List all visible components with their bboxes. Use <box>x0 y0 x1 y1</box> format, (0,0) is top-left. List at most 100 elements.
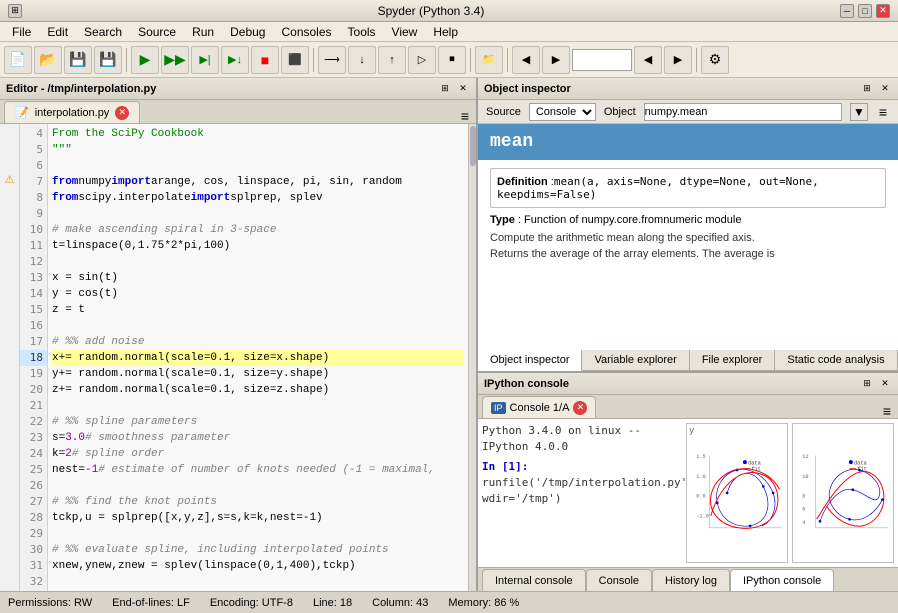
type-text: Function of numpy.core.fromnumeric modul… <box>524 214 741 226</box>
obj-inspector-options-btn[interactable]: ⊞ <box>860 82 874 96</box>
ipython-pane: IPython console ⊞ ✕ IP Console 1/A ✕ ≡ P… <box>478 373 898 591</box>
toolbar-sep-1 <box>126 48 127 72</box>
console-area[interactable]: Python 3.4.0 on linux -- IPython 4.0.0 I… <box>478 419 898 567</box>
obj-title-bar: mean <box>478 124 898 160</box>
menu-help[interactable]: Help <box>425 23 466 41</box>
settings-btn[interactable]: ⚙ <box>701 46 729 74</box>
obj-body: Definition :mean(a, axis=None, dtype=Non… <box>478 160 898 268</box>
code-scrollbar[interactable] <box>468 124 476 591</box>
tab-file-explorer[interactable]: File explorer <box>690 350 776 370</box>
chart-zy: 12 10 8 6 4 <box>792 423 894 563</box>
find-prev-btn[interactable]: ◀ <box>634 46 662 74</box>
menu-file[interactable]: File <box>4 23 39 41</box>
line-num: 26 <box>20 478 47 494</box>
line-num: 7 <box>20 174 47 190</box>
editor-close-btn[interactable]: ✕ <box>456 82 470 96</box>
menu-debug[interactable]: Debug <box>222 23 273 41</box>
line-num: 31 <box>20 558 47 574</box>
console-opts-btn[interactable]: ≡ <box>880 404 894 418</box>
console-tab-close[interactable]: ✕ <box>573 401 587 415</box>
prev-cursor-btn[interactable]: ◀ <box>512 46 540 74</box>
tab-internal-console[interactable]: Internal console <box>482 569 586 591</box>
ipython-title: IPython console <box>484 378 569 390</box>
code-line: # %% add noise <box>52 334 464 350</box>
tab-console[interactable]: Console <box>586 569 652 591</box>
toolbar: 📄 📂 💾 💾 ▶ ▶▶ ▶| ▶↓ ■ ⬛ ⟶ ↓ ↑ ▷ ⏹ 📁 ◀ ▶ ◀… <box>0 42 898 78</box>
tab-history-log[interactable]: History log <box>652 569 730 591</box>
console-1a-tab[interactable]: IP Console 1/A ✕ <box>482 396 596 418</box>
close-btn[interactable]: ✕ <box>876 4 890 18</box>
run-cell-advance-btn[interactable]: ▶↓ <box>221 46 249 74</box>
tab-variable-explorer[interactable]: Variable explorer <box>582 350 689 370</box>
stop-debug-btn[interactable]: ⏹ <box>438 46 466 74</box>
menu-run[interactable]: Run <box>184 23 222 41</box>
menu-tools[interactable]: Tools <box>340 23 384 41</box>
find-input[interactable] <box>572 49 632 71</box>
minimize-btn[interactable]: ─ <box>840 4 854 18</box>
obj-opts-btn[interactable]: ≡ <box>876 105 890 119</box>
step-out-btn[interactable]: ↑ <box>378 46 406 74</box>
save-all-btn[interactable]: 💾 <box>94 46 122 74</box>
menu-search[interactable]: Search <box>76 23 130 41</box>
code-line: """ <box>52 142 464 158</box>
code-line: z = t <box>52 302 464 318</box>
menu-edit[interactable]: Edit <box>39 23 76 41</box>
line-num: 30 <box>20 542 47 558</box>
ipython-options-btn[interactable]: ⊞ <box>860 377 874 391</box>
step-into-btn[interactable]: ↓ <box>348 46 376 74</box>
line-num: 24 <box>20 446 47 462</box>
code-line: x = sin(t) <box>52 270 464 286</box>
line-num: 4 <box>20 126 47 142</box>
code-line-18: x+= random.normal(scale=0.1, size=x.shap… <box>52 350 464 366</box>
maximize-btn[interactable]: □ <box>858 4 872 18</box>
continue-btn[interactable]: ▷ <box>408 46 436 74</box>
menu-source[interactable]: Source <box>130 23 184 41</box>
obj-inspector-title: Object inspector <box>484 83 571 95</box>
tab-ipython-console[interactable]: IPython console <box>730 569 834 591</box>
svg-text:fit: fit <box>857 467 866 473</box>
ipython-close-btn[interactable]: ✕ <box>878 377 892 391</box>
editor-tab-icon: 📝 <box>15 106 29 119</box>
menu-view[interactable]: View <box>384 23 426 41</box>
status-permissions: Permissions: RW <box>8 597 92 609</box>
stop-btn[interactable]: ■ <box>251 46 279 74</box>
object-input[interactable] <box>644 103 842 121</box>
step-btn[interactable]: ⟶ <box>318 46 346 74</box>
new-file-btn[interactable]: 📄 <box>4 46 32 74</box>
save-file-btn[interactable]: 💾 <box>64 46 92 74</box>
system-menu-btn[interactable]: ⊞ <box>8 4 22 18</box>
object-search-btn[interactable]: ▼ <box>850 103 868 121</box>
menu-consoles[interactable]: Consoles <box>273 23 339 41</box>
run-selection-btn[interactable]: ▶▶ <box>161 46 189 74</box>
debug-btn[interactable]: ⬛ <box>281 46 309 74</box>
run-cell-btn[interactable]: ▶| <box>191 46 219 74</box>
scrollbar-thumb[interactable] <box>470 126 476 166</box>
svg-text:0.0: 0.0 <box>696 494 705 500</box>
code-content[interactable]: From the SciPy Cookbook """ from numpy i… <box>48 124 468 591</box>
editor-tab-close[interactable]: ✕ <box>115 106 129 120</box>
editor-options-btn2[interactable]: ≡ <box>458 109 472 123</box>
open-file-btn[interactable]: 📂 <box>34 46 62 74</box>
tab-static-code-analysis[interactable]: Static code analysis <box>775 350 897 370</box>
editor-options-btn[interactable]: ⊞ <box>438 82 452 96</box>
source-select[interactable]: Console <box>529 103 596 121</box>
run-btn[interactable]: ▶ <box>131 46 159 74</box>
console-tab-bar: IP Console 1/A ✕ ≡ <box>478 395 898 419</box>
editor-tab[interactable]: 📝 interpolation.py ✕ <box>4 101 140 123</box>
code-line: y+= random.normal(scale=0.1, size=y.shap… <box>52 366 464 382</box>
obj-inspector-close-btn[interactable]: ✕ <box>878 82 892 96</box>
type-label: Type <box>490 214 515 226</box>
bottom-tab-bar: Internal console Console History log IPy… <box>478 567 898 591</box>
code-area[interactable]: ⚠ 4 5 6 7 8 9 10 11 <box>0 124 476 591</box>
code-line: y = cos(t) <box>52 286 464 302</box>
code-line: # make ascending spiral in 3-space <box>52 222 464 238</box>
code-line: xnew,ynew,znew = splev(linspace(0,1,400)… <box>52 558 464 574</box>
code-line <box>52 254 464 270</box>
set-working-dir-btn[interactable]: 📁 <box>475 46 503 74</box>
line-num: 6 <box>20 158 47 174</box>
find-next-btn[interactable]: ▶ <box>664 46 692 74</box>
tab-object-inspector[interactable]: Object inspector <box>478 350 582 371</box>
next-cursor-btn[interactable]: ▶ <box>542 46 570 74</box>
svg-text:6: 6 <box>802 507 805 513</box>
console-charts: y 1.5 1.0 0.0 -1.0 <box>686 423 894 563</box>
